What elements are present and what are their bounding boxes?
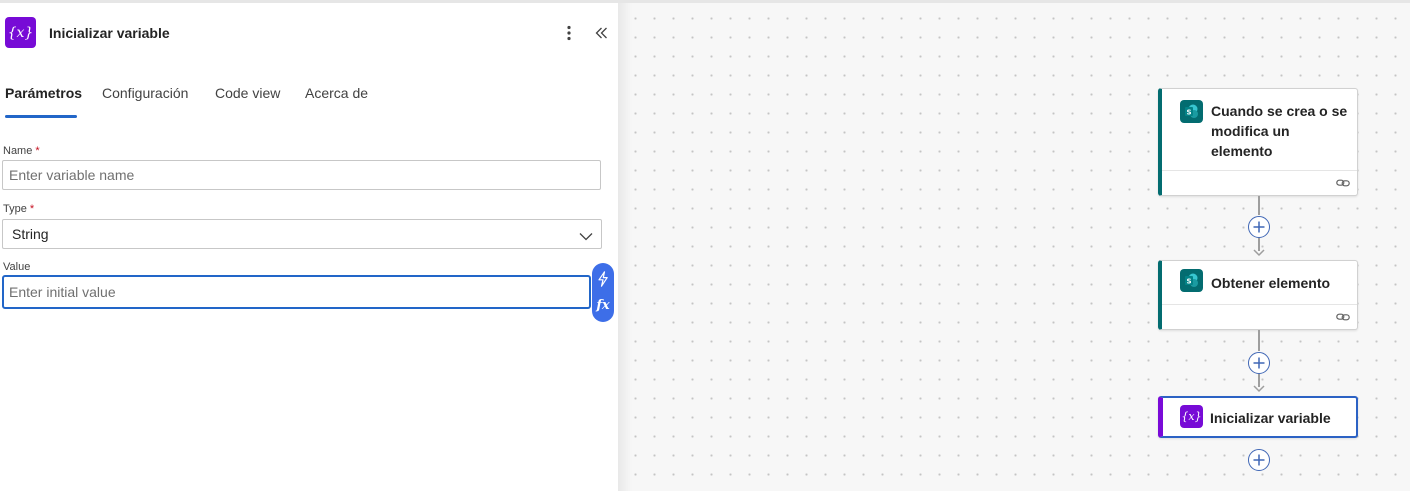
variable-icon: {x} [5, 17, 36, 48]
card-footer [1162, 170, 1357, 195]
tab-code-view[interactable]: Code view [215, 85, 280, 101]
initialize-variable-card[interactable]: {x} Inicializar variable [1158, 396, 1358, 438]
flow-designer: S Cuando se crea o se modifica un elemen… [0, 0, 1410, 491]
required-mark: * [29, 203, 35, 215]
value-label-text: Value [3, 261, 31, 273]
type-label-text: Type [3, 203, 27, 215]
add-step-button[interactable] [1248, 352, 1270, 374]
card-footer [1162, 304, 1357, 329]
add-step-button[interactable] [1248, 216, 1270, 238]
sharepoint-icon: S [1180, 100, 1203, 123]
get-item-card[interactable]: S Obtener elemento [1158, 260, 1358, 330]
name-placeholder: Enter variable name [9, 167, 135, 183]
chevron-down-icon [579, 228, 593, 244]
link-icon[interactable] [1336, 310, 1350, 328]
panel-tabs: Parámetros Configuración Code view Acerc… [0, 85, 618, 121]
connector-line [1258, 196, 1260, 215]
type-label: Type * [3, 203, 34, 215]
arrow-head-icon [1253, 385, 1265, 393]
card-title: Cuando se crea o se modifica un elemento [1211, 103, 1348, 159]
panel-header: {x} Inicializar variable [0, 3, 618, 61]
action-details-panel: {x} Inicializar variable Parámetros Conf… [0, 3, 618, 491]
name-label-text: Name [3, 145, 33, 157]
panel-title: Inicializar variable [49, 25, 170, 41]
collapse-panel-icon[interactable] [591, 22, 611, 44]
dynamic-content-icon[interactable] [593, 267, 613, 291]
value-placeholder: Enter initial value [9, 284, 116, 300]
connector-line [1258, 330, 1260, 351]
sharepoint-icon: S [1180, 269, 1203, 292]
flow-canvas[interactable]: S Cuando se crea o se modifica un elemen… [618, 3, 1410, 491]
svg-text:S: S [1186, 109, 1191, 117]
panel-shadow [618, 3, 632, 491]
tab-parametros[interactable]: Parámetros [5, 85, 82, 101]
fx-label: fx [596, 298, 610, 314]
expression-fx-icon[interactable]: fx [593, 294, 613, 318]
svg-text:S: S [1186, 278, 1191, 286]
arrow-head-icon [1253, 249, 1265, 257]
variable-name-input[interactable]: Enter variable name [2, 160, 601, 190]
variable-icon: {x} [1180, 405, 1203, 428]
card-title: Inicializar variable [1210, 410, 1331, 426]
tab-acerca-de[interactable]: Acerca de [305, 85, 368, 101]
value-label: Value [3, 261, 30, 273]
required-mark: * [35, 145, 40, 157]
card-title: Obtener elemento [1211, 275, 1331, 291]
link-icon[interactable] [1336, 176, 1350, 194]
variable-type-select[interactable]: String [2, 219, 602, 249]
name-label: Name * [3, 145, 40, 157]
initial-value-input[interactable]: Enter initial value [2, 275, 591, 309]
active-tab-indicator [5, 115, 77, 118]
more-options-icon[interactable] [560, 22, 578, 44]
tab-configuracion[interactable]: Configuración [102, 85, 188, 101]
token-picker: fx [592, 263, 614, 322]
add-step-button[interactable] [1248, 449, 1270, 471]
trigger-card[interactable]: S Cuando se crea o se modifica un elemen… [1158, 88, 1358, 196]
type-selected-value: String [12, 226, 49, 242]
